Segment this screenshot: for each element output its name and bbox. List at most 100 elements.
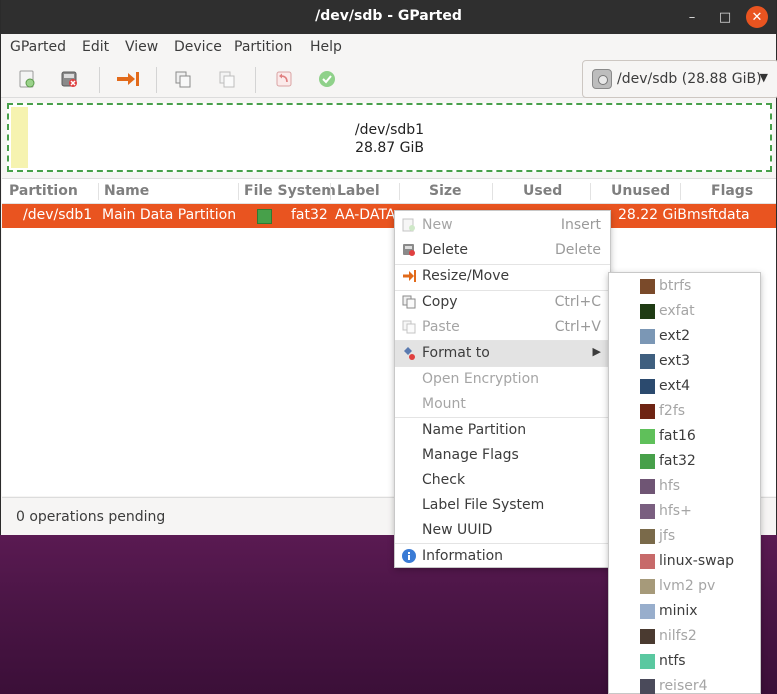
filesystem-color-swatch bbox=[640, 304, 655, 319]
format-option-exfat[interactable]: exfat bbox=[609, 299, 760, 324]
chevron-right-icon: ▶ bbox=[592, 345, 601, 358]
format-option-reiser4[interactable]: reiser4 bbox=[609, 674, 760, 694]
format-option-label: lvm2 pv bbox=[659, 578, 716, 594]
menu-item-information[interactable]: Information bbox=[395, 544, 610, 569]
toolbar-separator bbox=[156, 67, 157, 93]
menu-item-check[interactable]: Check bbox=[395, 468, 610, 493]
menu-edit[interactable]: Edit bbox=[82, 39, 109, 55]
cell-file-system: fat32 bbox=[291, 207, 328, 223]
device-selector[interactable]: /dev/sdb (28.88 GiB) ▼ bbox=[582, 60, 777, 98]
column-flags[interactable]: Flags bbox=[711, 183, 753, 199]
cell-partition: /dev/sdb1 bbox=[23, 207, 93, 223]
column-name[interactable]: Name bbox=[104, 183, 149, 199]
menu-item-label-file-system[interactable]: Label File System bbox=[395, 493, 610, 518]
column-label[interactable]: Label bbox=[337, 183, 380, 199]
paste-icon[interactable] bbox=[217, 69, 237, 89]
format-option-label: exfat bbox=[659, 303, 695, 319]
pending-operations-status: 0 operations pending bbox=[16, 509, 166, 525]
copy-icon[interactable] bbox=[173, 69, 193, 89]
menu-item-copy-label: Copy bbox=[422, 294, 458, 310]
format-option-label: hfs+ bbox=[659, 503, 692, 519]
format-option-hfs[interactable]: hfs bbox=[609, 474, 760, 499]
toolbar-separator bbox=[255, 67, 256, 93]
format-option-ntfs[interactable]: ntfs bbox=[609, 649, 760, 674]
column-file-system[interactable]: File System bbox=[244, 183, 336, 199]
resize-move-icon[interactable] bbox=[115, 69, 141, 89]
menu-item-manage-flags-label: Manage Flags bbox=[422, 447, 519, 463]
filesystem-color-swatch bbox=[640, 279, 655, 294]
filesystem-color-swatch bbox=[640, 429, 655, 444]
filesystem-color-swatch bbox=[640, 654, 655, 669]
format-option-label: nilfs2 bbox=[659, 628, 697, 644]
menu-item-new[interactable]: New Insert bbox=[395, 213, 610, 238]
resize-move-icon bbox=[401, 268, 417, 284]
delete-partition-icon bbox=[401, 242, 417, 258]
menu-item-mount[interactable]: Mount bbox=[395, 392, 610, 417]
format-option-ext4[interactable]: ext4 bbox=[609, 374, 760, 399]
maximize-button[interactable]: □ bbox=[713, 5, 737, 29]
apply-icon[interactable] bbox=[317, 69, 337, 89]
delete-partition-icon[interactable] bbox=[59, 69, 79, 89]
menu-item-information-label: Information bbox=[422, 548, 504, 564]
menu-item-new-uuid[interactable]: New UUID bbox=[395, 518, 610, 543]
menu-partition[interactable]: Partition bbox=[234, 39, 292, 55]
menu-item-check-label: Check bbox=[422, 472, 466, 488]
column-unused[interactable]: Unused bbox=[611, 183, 670, 199]
format-option-fat32[interactable]: fat32 bbox=[609, 449, 760, 474]
disk-graphic[interactable]: /dev/sdb1 28.87 GiB bbox=[7, 103, 772, 172]
filesystem-color-swatch bbox=[640, 354, 655, 369]
format-option-lvm2-pv[interactable]: lvm2 pv bbox=[609, 574, 760, 599]
format-option-label: fat16 bbox=[659, 428, 696, 444]
cell-flags: msftdata bbox=[687, 207, 750, 223]
menu-item-paste-accel: Ctrl+V bbox=[554, 319, 601, 335]
menu-device[interactable]: Device bbox=[174, 39, 222, 55]
format-option-f2fs[interactable]: f2fs bbox=[609, 399, 760, 424]
table-row[interactable]: /dev/sdb1 Main Data Partition fat32 AA-D… bbox=[2, 204, 776, 228]
column-used[interactable]: Used bbox=[523, 183, 562, 199]
menu-item-open-encryption[interactable]: Open Encryption bbox=[395, 367, 610, 392]
menu-view[interactable]: View bbox=[125, 39, 158, 55]
menu-item-copy[interactable]: Copy Ctrl+C bbox=[395, 290, 610, 315]
column-headers: Partition Name File System Label Size Us… bbox=[2, 179, 776, 204]
menu-item-new-accel: Insert bbox=[560, 217, 601, 233]
filesystem-color-swatch bbox=[640, 329, 655, 344]
menu-item-manage-flags[interactable]: Manage Flags bbox=[395, 443, 610, 468]
menu-bar: GParted Edit View Device Partition Help bbox=[1, 34, 776, 61]
undo-icon[interactable] bbox=[274, 69, 294, 89]
format-option-minix[interactable]: minix bbox=[609, 599, 760, 624]
menu-help[interactable]: Help bbox=[310, 39, 342, 55]
close-button[interactable]: ✕ bbox=[746, 6, 768, 28]
partition-context-menu: New Insert Delete Delete Resize/Move Cop… bbox=[394, 210, 611, 568]
format-option-btrfs[interactable]: btrfs bbox=[609, 274, 760, 299]
format-option-label: ext4 bbox=[659, 378, 691, 394]
menu-item-paste-label: Paste bbox=[422, 319, 460, 335]
filesystem-color-swatch bbox=[640, 554, 655, 569]
format-option-fat16[interactable]: fat16 bbox=[609, 424, 760, 449]
menu-item-name-partition[interactable]: Name Partition bbox=[395, 418, 610, 443]
menu-item-delete[interactable]: Delete Delete bbox=[395, 238, 610, 263]
minimize-button[interactable]: – bbox=[680, 5, 704, 29]
filesystem-color-swatch bbox=[640, 404, 655, 419]
new-partition-icon[interactable] bbox=[17, 69, 37, 89]
format-option-jfs[interactable]: jfs bbox=[609, 524, 760, 549]
title-bar: /dev/sdb - GParted – □ ✕ bbox=[1, 0, 776, 34]
menu-item-paste[interactable]: Paste Ctrl+V bbox=[395, 315, 610, 340]
format-option-linux-swap[interactable]: linux-swap bbox=[609, 549, 760, 574]
format-option-label: fat32 bbox=[659, 453, 696, 469]
filesystem-color-swatch bbox=[640, 679, 655, 694]
column-size[interactable]: Size bbox=[429, 183, 462, 199]
filesystem-color-swatch bbox=[640, 479, 655, 494]
format-option-label: minix bbox=[659, 603, 698, 619]
menu-item-copy-accel: Ctrl+C bbox=[554, 294, 601, 310]
menu-gparted[interactable]: GParted bbox=[10, 39, 66, 55]
format-option-nilfs2[interactable]: nilfs2 bbox=[609, 624, 760, 649]
menu-item-resize-move[interactable]: Resize/Move bbox=[395, 264, 610, 289]
menu-item-format-to[interactable]: Format to ▶ bbox=[395, 341, 610, 366]
format-option-ext2[interactable]: ext2 bbox=[609, 324, 760, 349]
column-partition[interactable]: Partition bbox=[9, 183, 78, 199]
device-selector-label: /dev/sdb (28.88 GiB) bbox=[617, 71, 762, 87]
paste-icon bbox=[401, 319, 417, 335]
format-option-hfs-plus[interactable]: hfs+ bbox=[609, 499, 760, 524]
format-option-ext3[interactable]: ext3 bbox=[609, 349, 760, 374]
format-to-submenu: btrfs exfat ext2 ext3 ext4 f2fs fat16 fa… bbox=[608, 272, 761, 694]
